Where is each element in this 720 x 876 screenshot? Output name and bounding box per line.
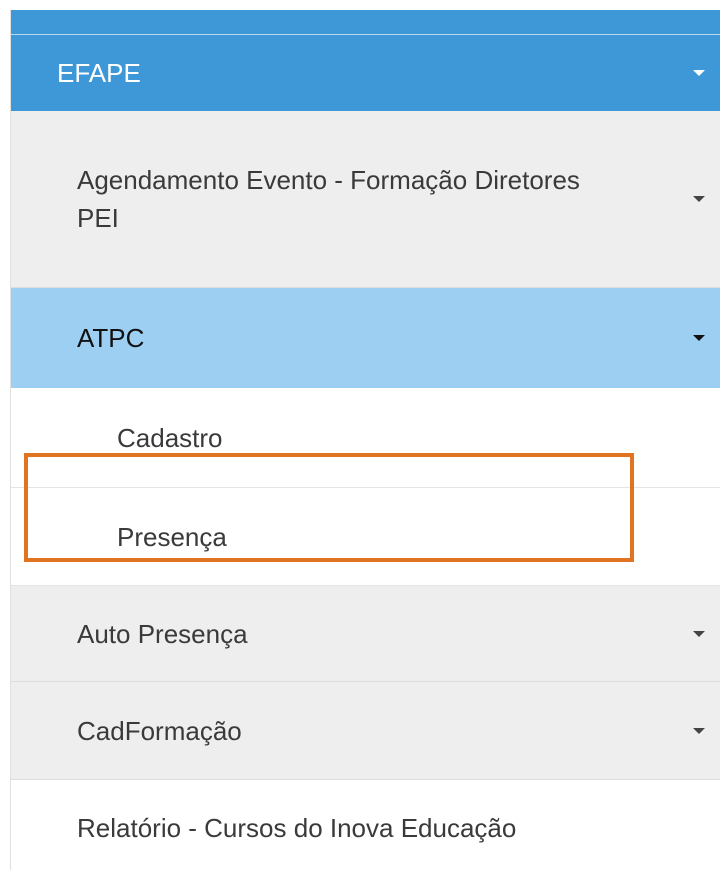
menu-section-label: EFAPE — [57, 58, 141, 88]
menu-section-efape[interactable]: EFAPE — [11, 35, 720, 111]
caret-down-icon — [693, 70, 705, 76]
menu-item-label: CadFormação — [77, 715, 242, 746]
menu-item-cadformacao[interactable]: CadFormação — [11, 682, 720, 780]
caret-down-icon — [693, 630, 705, 637]
menu-item-label: Auto Presença — [77, 618, 248, 649]
menu-item-agendamento-evento[interactable]: Agendamento Evento - Formação Diretores … — [11, 111, 720, 288]
menu-header-strip — [11, 10, 720, 34]
menu-item-label: Agendamento Evento - Formação Diretores … — [77, 165, 580, 233]
caret-down-icon — [693, 727, 705, 734]
caret-down-icon — [693, 335, 705, 341]
menu-item-atpc[interactable]: ATPC — [11, 288, 720, 388]
menu-item-relatorio-cursos[interactable]: Relatório - Cursos do Inova Educação — [11, 780, 720, 876]
submenu-item-presenca[interactable]: Presença — [11, 488, 720, 586]
submenu-item-cadastro[interactable]: Cadastro — [11, 388, 720, 488]
menu-item-auto-presenca[interactable]: Auto Presença — [11, 586, 720, 682]
menu-item-label: ATPC — [77, 323, 145, 353]
sidebar-menu: EFAPE Agendamento Evento - Formação Dire… — [10, 10, 720, 876]
menu-item-label: Relatório - Cursos do Inova Educação — [77, 813, 517, 843]
caret-down-icon — [693, 196, 705, 202]
submenu-item-label: Cadastro — [117, 422, 223, 453]
submenu-item-label: Presença — [117, 521, 227, 552]
